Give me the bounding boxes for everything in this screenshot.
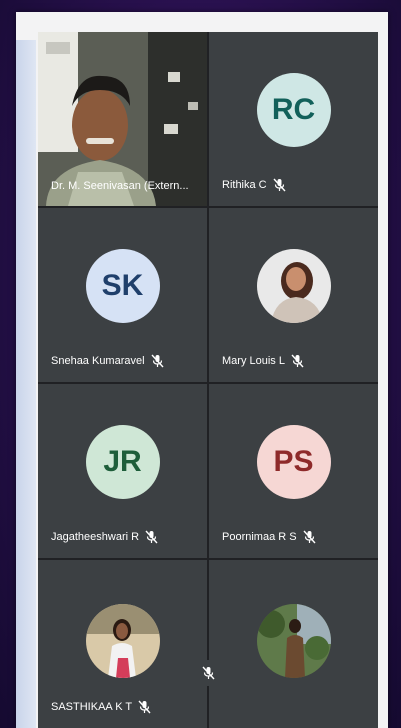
- participant-tile[interactable]: Mary Louis L: [209, 208, 378, 382]
- participant-name: Snehaa Kumaravel: [51, 355, 145, 367]
- mic-off-icon: [138, 700, 151, 714]
- avatar-photo: [85, 604, 160, 678]
- participant-tile[interactable]: [209, 560, 378, 728]
- participant-name: Mary Louis L: [222, 355, 285, 367]
- avatar-initials: RC: [256, 73, 331, 147]
- mic-off-icon: [201, 666, 215, 680]
- participant-name-label: Mary Louis L: [222, 354, 304, 368]
- mic-off-icon: [303, 530, 316, 544]
- participant-grid: Dr. M. Seenivasan (Extern... RC Rithika …: [38, 32, 378, 728]
- participant-tile[interactable]: SASTHIKAA K T: [38, 560, 207, 728]
- participant-tile[interactable]: SK Snehaa Kumaravel: [38, 208, 207, 382]
- participant-name-label: Poornimaa R S: [222, 530, 316, 544]
- mic-off-icon: [291, 354, 304, 368]
- participant-name-label: Jagatheeshwari R: [51, 530, 158, 544]
- participant-tile[interactable]: JR Jagatheeshwari R: [38, 384, 207, 558]
- participant-name-label: Snehaa Kumaravel: [51, 354, 164, 368]
- avatar-photo: [256, 604, 331, 678]
- participant-name-label: SASTHIKAA K T: [51, 700, 151, 714]
- participant-tile[interactable]: PS Poornimaa R S: [209, 384, 378, 558]
- participant-name: Poornimaa R S: [222, 531, 297, 543]
- avatar-initials: PS: [256, 425, 331, 499]
- participant-name: Dr. M. Seenivasan (Extern...: [51, 180, 189, 192]
- participant-name-label: Dr. M. Seenivasan (Extern...: [51, 180, 189, 192]
- profile-photo: [85, 604, 160, 678]
- mute-indicator[interactable]: [195, 660, 221, 686]
- participant-tile-video[interactable]: Dr. M. Seenivasan (Extern...: [38, 32, 207, 206]
- avatar-initials: JR: [85, 425, 160, 499]
- participant-name: SASTHIKAA K T: [51, 701, 133, 713]
- profile-photo: [256, 249, 331, 323]
- avatar-photo: [256, 249, 331, 323]
- participant-name-label: Rithika C: [222, 178, 286, 192]
- mic-off-icon: [151, 354, 164, 368]
- participant-name: Jagatheeshwari R: [51, 531, 140, 543]
- participant-name: Rithika C: [222, 179, 267, 191]
- side-panel-edge: [16, 40, 36, 728]
- mic-off-icon: [273, 178, 286, 192]
- avatar-initials: SK: [85, 249, 160, 323]
- participant-tile[interactable]: RC Rithika C: [209, 32, 378, 206]
- mic-off-icon: [145, 530, 158, 544]
- profile-photo: [256, 604, 331, 678]
